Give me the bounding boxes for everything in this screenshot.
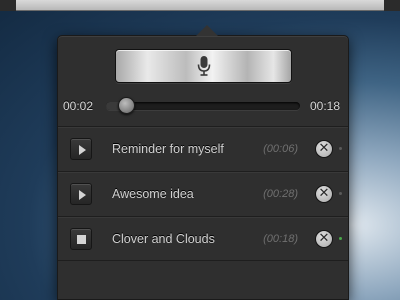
stop-button[interactable] xyxy=(70,228,92,250)
status-dot-active xyxy=(339,237,342,240)
stop-icon xyxy=(77,235,86,244)
recording-row[interactable]: Clover and Clouds (00:18) ✕ xyxy=(58,216,348,261)
recording-title: Clover and Clouds xyxy=(112,232,215,246)
recording-duration: (00:28) xyxy=(263,188,298,200)
recording-title: Awesome idea xyxy=(112,187,194,201)
close-icon: ✕ xyxy=(318,231,330,246)
play-icon xyxy=(79,145,86,155)
delete-button[interactable]: ✕ xyxy=(315,185,333,203)
menu-bar-left-edge xyxy=(0,0,16,11)
menu-bar xyxy=(0,0,400,11)
current-time: 00:02 xyxy=(63,99,94,113)
status-dot xyxy=(339,192,342,195)
recording-title: Reminder for myself xyxy=(112,142,224,156)
menu-bar-right-edge xyxy=(384,0,400,11)
play-button[interactable] xyxy=(70,183,92,205)
recording-row[interactable]: Reminder for myself (00:06) ✕ xyxy=(58,126,348,171)
record-button[interactable] xyxy=(115,49,292,83)
popover-arrow xyxy=(196,25,218,36)
total-time: 00:18 xyxy=(309,99,340,113)
playback-slider[interactable] xyxy=(106,97,300,114)
recording-duration: (00:18) xyxy=(263,233,298,245)
microphone-icon xyxy=(197,56,210,76)
delete-button[interactable]: ✕ xyxy=(315,230,333,248)
play-icon xyxy=(79,190,86,200)
close-icon: ✕ xyxy=(318,141,330,156)
status-dot xyxy=(339,147,342,150)
play-button[interactable] xyxy=(70,138,92,160)
delete-button[interactable]: ✕ xyxy=(315,140,333,158)
playback-slider-knob[interactable] xyxy=(118,97,135,114)
recording-duration: (00:06) xyxy=(263,143,298,155)
voice-recorder-popover: 00:02 00:18 Reminder for myself (00:06) … xyxy=(57,25,349,300)
recording-row[interactable]: Awesome idea (00:28) ✕ xyxy=(58,171,348,216)
close-icon: ✕ xyxy=(318,186,330,201)
recordings-list: Reminder for myself (00:06) ✕ Awesome id… xyxy=(58,126,348,261)
